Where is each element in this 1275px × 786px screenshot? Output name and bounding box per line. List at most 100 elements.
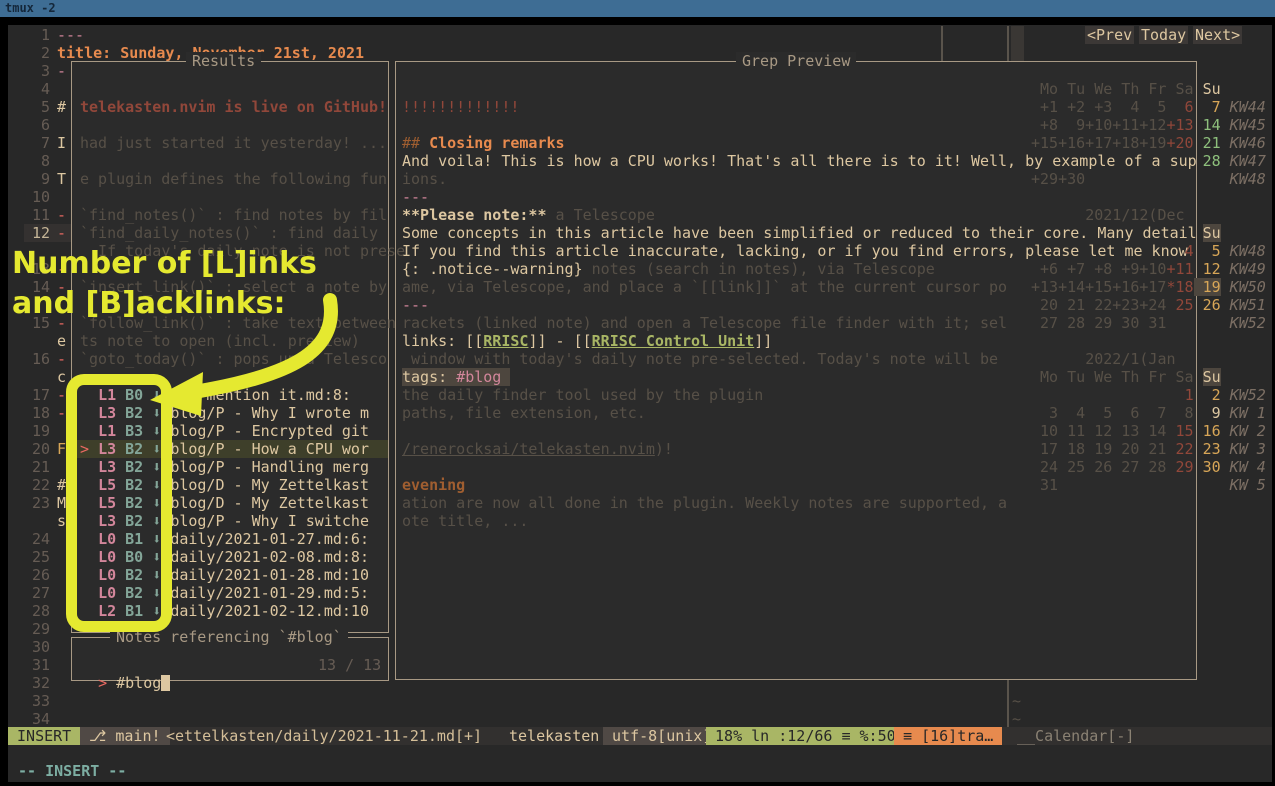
annotation-text-line1: Number of [L]inks (12, 246, 317, 282)
buffer-tab[interactable]: ≡ [16]tra… (894, 727, 1002, 745)
line-number: 4 (12, 80, 50, 98)
calendar-line: Su (1203, 224, 1221, 242)
preview-line: --- (402, 188, 429, 206)
calendar-line: 2022/1(Jan (1085, 350, 1175, 368)
progress-location: 18% ln :12/66 ≡ %:50 (706, 727, 905, 745)
preview-line: Some concepts in this article have been … (402, 224, 1197, 242)
text-cursor (161, 675, 170, 691)
results-dim-text: had just started it yesterday! ... (80, 134, 387, 152)
calendar-line: 24 25 26 27 28 29 30 KW 4 (1031, 458, 1266, 476)
line-number: 20 (12, 440, 50, 458)
calendar-line: 31 KW 5 (1031, 476, 1266, 494)
buffer-text: # (57, 476, 66, 494)
calendar-line: 17 18 19 20 21 22 23 KW 3 (1031, 440, 1266, 458)
buffer-text: e (57, 332, 66, 350)
calendar-prev-button[interactable]: <Prev (1085, 26, 1134, 44)
result-counter: 13 / 13 (318, 656, 381, 674)
buffer-text: - (57, 224, 66, 242)
preview-line: !!!!!!!!!!!!! (402, 98, 519, 116)
preview-line: {: .notice--warning} notes (search in no… (402, 260, 935, 278)
line-number: 10 (12, 188, 50, 206)
buffer-text: - (57, 386, 66, 404)
line-number: 3 (12, 62, 50, 80)
annotation-highlight-box (66, 374, 172, 632)
preview-line: If you find this article inaccurate, lac… (402, 242, 1188, 260)
calendar-line: +1 +2 +3 4 5 6 7 KW44 (1031, 98, 1266, 116)
line-number: 29 (12, 620, 50, 638)
buffer-text: # (57, 98, 66, 116)
preview-line: **Please note:** a Telescope (402, 206, 655, 224)
preview-line: the daily finder tool used by the plugin (402, 386, 763, 404)
calendar-line: 27 28 29 30 31 KW52 (1031, 314, 1266, 332)
preview-line: tags: #blog (402, 368, 510, 386)
line-number: 21 (12, 458, 50, 476)
calendar-line: 1 2 KW52 (1185, 386, 1266, 404)
buffer-text: c (57, 368, 66, 386)
calendar-line: 2021/12(Dec (1085, 206, 1184, 224)
window-separator-top (941, 26, 943, 61)
statusline: INSERT ⎇ main! <ettelkasten/daily/2021-1… (8, 727, 1272, 745)
buffer-text: s (57, 512, 66, 530)
calendar-line: 10 11 12 13 14 15 16 KW 2 (1031, 422, 1266, 440)
preview-line: links: [[RRISC]] - [[RRISC Control Unit]… (402, 332, 772, 350)
calendar-line: Mo Tu We Th Fr Sa Su (1031, 80, 1221, 98)
line-number: 9 (12, 170, 50, 188)
line-number: 17 (12, 386, 50, 404)
line-number: 8 (12, 152, 50, 170)
line-number: 1 (12, 26, 50, 44)
line-number: 31 (12, 656, 50, 674)
line-number: 34 (12, 710, 50, 728)
line-number: 22 (12, 476, 50, 494)
results-window-title: Results (186, 52, 261, 70)
calendar-line: Mo Tu We Th Fr Sa Su (1031, 368, 1221, 386)
mode-message: -- INSERT -- (18, 762, 126, 780)
screenshot-root: { "tmux": { "title": "tmux -2" }, "annot… (0, 0, 1275, 786)
preview-line: ation are now all done in the plugin. We… (402, 494, 1007, 512)
line-number: 25 (12, 548, 50, 566)
calendar-statusline: __Calendar[-] (1017, 727, 1134, 745)
line-number: 16 (12, 350, 50, 368)
line-number: 28 (12, 602, 50, 620)
calendar-line: 28 KW47 (1194, 152, 1266, 170)
calendar-line: +8 9+10+11+12+13 14 KW45 (1031, 116, 1266, 134)
line-number: 5 (12, 98, 50, 116)
mode-indicator: INSERT (8, 727, 80, 745)
preview-line: /renerocksai/telekasten.nvim)! (402, 440, 673, 458)
calendar-line: 3 4 5 6 7 8 9 KW 1 (1031, 404, 1266, 422)
calendar-line: +15+16+17+18+19+20 21 KW46 (1031, 134, 1266, 152)
results-dim-text: `goto_today()` : pops up a Telesco (80, 350, 387, 368)
calendar-sign-column (1011, 26, 1024, 61)
calendar-line: +13+14+15+16+17*18 19 KW50 (1031, 278, 1266, 296)
preview-line: evening (402, 476, 465, 494)
preview-line: ame, via Telescope, and place a `[[link]… (402, 278, 1007, 296)
line-number: 30 (12, 638, 50, 656)
prompt-input[interactable]: > #blog (80, 656, 170, 674)
prompt-caret: > (98, 674, 107, 692)
buffer-text: F (57, 440, 66, 458)
buffer-text: M (57, 494, 66, 512)
calendar-today-button[interactable]: Today (1139, 26, 1188, 44)
preview-line: ote title, ... (402, 512, 528, 530)
preview-line: ## Closing remarks (402, 134, 565, 152)
buffer-text: - (57, 350, 66, 368)
buffer-text: - (57, 62, 66, 80)
results-dim-text: e plugin defines the following fun (80, 170, 387, 188)
file-path: <ettelkasten/daily/2021-11-21.md[+] (166, 727, 482, 745)
preview-line: And voila! This is how a CPU works! That… (402, 152, 1197, 170)
line-number: 26 (12, 566, 50, 584)
preview-line: ions. (402, 170, 447, 188)
line-number: 2 (12, 44, 50, 62)
buffer-text: - (57, 206, 66, 224)
calendar-next-button[interactable]: Next> (1193, 26, 1242, 44)
tmux-title: tmux -2 (5, 1, 56, 15)
prompt-query: #blog (116, 674, 161, 692)
buffer-text: --- (57, 26, 84, 44)
results-dim-text: telekasten.nvim is live on GitHub! (80, 98, 387, 116)
calendar-line: +6 +7 +8 +9+10+11 12 KW49 (1031, 260, 1266, 278)
buffer-text: I (57, 134, 66, 152)
file-encoding: utf-8[unix] (603, 727, 720, 745)
line-number: 32 (12, 674, 50, 692)
plugin-name: telekasten (509, 727, 599, 745)
line-number: 33 (12, 692, 50, 710)
annotation-text-line2: and [B]acklinks: (12, 286, 286, 322)
